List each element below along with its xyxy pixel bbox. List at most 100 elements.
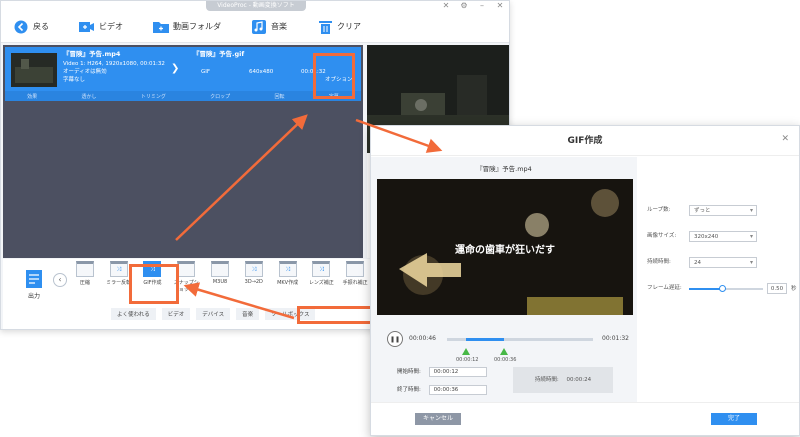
- video-thumbnail: [11, 53, 57, 87]
- window-title: VideoProc - 動画変換ソフト: [206, 1, 306, 11]
- pause-button[interactable]: ❚❚: [387, 331, 403, 347]
- tool-mkv[interactable]: ⤨ MKV作成: [274, 261, 302, 286]
- back-button[interactable]: 戻る: [13, 19, 49, 35]
- stabilize-icon: [346, 261, 365, 277]
- output-resolution: 640x480: [249, 69, 274, 75]
- pause-icon: ❚❚: [389, 335, 401, 343]
- m3u8-icon: [211, 261, 230, 277]
- frame-delay-label: フレーム遅延:: [647, 285, 682, 291]
- add-music-label: 音楽: [271, 22, 287, 31]
- back-label: 戻る: [33, 22, 49, 31]
- start-time-input[interactable]: 00:00:12: [428, 367, 487, 377]
- source-info: Video 1: H264, 1920x1080, 00:01:32: [63, 61, 165, 67]
- loop-label: ループ数:: [647, 207, 671, 213]
- compress-icon: [75, 261, 94, 277]
- end-time-input[interactable]: 00:00:36: [428, 385, 487, 395]
- close-icon[interactable]: ✕: [781, 134, 789, 144]
- output-button[interactable]: 出力: [19, 269, 49, 300]
- minimize-icon[interactable]: –: [477, 1, 487, 11]
- gif-preview-video: 運命の歯車が狂いだす: [377, 179, 633, 315]
- done-button[interactable]: 完了: [711, 413, 757, 425]
- folder-add-icon: [153, 19, 169, 35]
- add-video-label: ビデオ: [99, 22, 123, 31]
- add-video-button[interactable]: ビデオ: [79, 19, 123, 35]
- rotate-tool[interactable]: 回転: [274, 93, 284, 100]
- tab-common[interactable]: よく使われる: [111, 308, 156, 320]
- tool-m3u8[interactable]: M3U8: [206, 261, 234, 285]
- tab-music[interactable]: 音楽: [236, 308, 260, 320]
- tool-lens[interactable]: ⤨ レンズ補正: [307, 261, 335, 286]
- pin-icon[interactable]: ✕: [441, 1, 451, 11]
- size-setting: 画像サイズ: 320x240: [647, 231, 800, 243]
- end-handle[interactable]: [499, 348, 508, 355]
- arrow-right-icon: ❯: [171, 63, 180, 74]
- tab-device[interactable]: デバイス: [196, 308, 231, 320]
- timeline-track[interactable]: 00:00:12 00:00:36: [447, 338, 593, 363]
- add-folder-button[interactable]: 動画フォルダ: [153, 19, 221, 35]
- loop-select[interactable]: ずっと: [689, 205, 757, 216]
- tab-video[interactable]: ビデオ: [161, 308, 191, 320]
- tools-strip: 圧縮 ⤨ ミラー反転 ⤨ GIF作成 スナップショット M3U8 ⤨ 3D→2D ⤨ M…: [63, 261, 369, 305]
- end-time-label: 終了時間:: [397, 387, 421, 393]
- tool-3d2d[interactable]: ⤨ 3D→2D: [240, 261, 268, 285]
- tool-label: 3D→2D: [244, 279, 263, 285]
- tool-stabilize[interactable]: 手振れ補正: [341, 261, 369, 286]
- video-subtitle: 運命の歯車が狂いだす: [455, 245, 555, 256]
- frame-delay-unit: 秒: [791, 286, 797, 292]
- title-bar: VideoProc - 動画変換ソフト ✕ ⚙ – ✕: [1, 1, 509, 11]
- add-music-button[interactable]: 音楽: [251, 19, 287, 35]
- gif-settings-pane: ループ数: ずっと 画像サイズ: 320x240 持続時間: 24 フレーム遅延…: [639, 157, 800, 402]
- end-time-field: 終了時間: 00:00:36: [397, 385, 487, 395]
- loop-setting: ループ数: ずっと: [647, 205, 800, 217]
- timeline-selection: [465, 338, 504, 341]
- tool-compress[interactable]: 圧縮: [71, 261, 99, 286]
- effect-tool[interactable]: 効果: [27, 93, 37, 100]
- duration-select[interactable]: 24: [689, 257, 757, 268]
- toolbar: 戻る ビデオ 動画フォルダ 音楽 クリア: [1, 11, 509, 43]
- size-label: 画像サイズ:: [647, 233, 677, 239]
- subtitle-info: 字幕なし: [63, 77, 86, 83]
- crop-tool[interactable]: クロップ: [210, 93, 230, 100]
- watermark-tool[interactable]: 透かし: [81, 93, 96, 100]
- cancel-button[interactable]: キャンセル: [415, 413, 461, 425]
- source-file-name: 『冒険』予告.mp4: [63, 50, 121, 58]
- file-row[interactable]: 『冒険』予告.mp4 Video 1: H264, 1920x1080, 00:…: [5, 47, 361, 101]
- music-add-icon: [251, 19, 267, 35]
- size-select[interactable]: 320x240: [689, 231, 757, 242]
- clear-label: クリア: [337, 22, 361, 31]
- 3d-icon: ⤨: [244, 261, 263, 277]
- trim-tool[interactable]: トリミング: [141, 93, 166, 100]
- start-time-field: 開始時間: 00:00:12: [397, 367, 487, 377]
- playback-controls: ❚❚ 00:00:46 00:00:12 00:00:36 00:01:32: [377, 329, 633, 363]
- tool-label: 手振れ補正: [342, 280, 368, 286]
- duration-value: 00:00:24: [566, 377, 592, 383]
- tool-label: ミラー反転: [106, 280, 132, 286]
- mkv-icon: ⤨: [278, 261, 297, 277]
- edit-tools-bar: 効果 透かし トリミング クロップ 回転 字幕: [5, 91, 361, 101]
- mirror-icon: ⤨: [109, 261, 128, 277]
- dialog-footer: キャンセル 完了: [371, 402, 799, 437]
- frame-delay-knob[interactable]: [719, 285, 727, 292]
- output-label: 出力: [27, 293, 40, 300]
- toolbox-highlight-box: [297, 306, 377, 324]
- window-controls: ✕ ⚙ – ✕: [441, 1, 505, 11]
- frame-delay-input[interactable]: 0.50: [767, 283, 787, 294]
- clear-button[interactable]: クリア: [317, 19, 361, 35]
- clip-time-settings: 開始時間: 00:00:12 終了時間: 00:00:36 持続時間: 00:0…: [377, 363, 633, 401]
- frame-delay-setting: フレーム遅延: 0.50 秒: [647, 283, 800, 295]
- start-handle[interactable]: [461, 348, 470, 355]
- duration-setting-label: 持続時間:: [647, 259, 671, 265]
- option-highlight-box: [313, 53, 355, 99]
- dialog-preview-pane: 『冒険』予告.mp4 運命の歯車が狂いだす ❚❚ 00:00:46 00:00:…: [371, 157, 637, 402]
- tool-label: M3U8: [212, 279, 228, 285]
- add-folder-label: 動画フォルダ: [173, 22, 221, 31]
- audio-info: オーディオは無効: [63, 69, 107, 75]
- tool-label: レンズ補正: [308, 280, 334, 286]
- gif-highlight-box: [129, 264, 179, 304]
- duration-display: 持続時間: 00:00:24: [513, 367, 613, 393]
- settings-icon[interactable]: ⚙: [459, 1, 469, 11]
- snapshot-icon: [177, 261, 196, 277]
- output-icon: [26, 270, 42, 288]
- frame-delay-slider[interactable]: [689, 285, 763, 292]
- close-icon[interactable]: ✕: [495, 1, 505, 11]
